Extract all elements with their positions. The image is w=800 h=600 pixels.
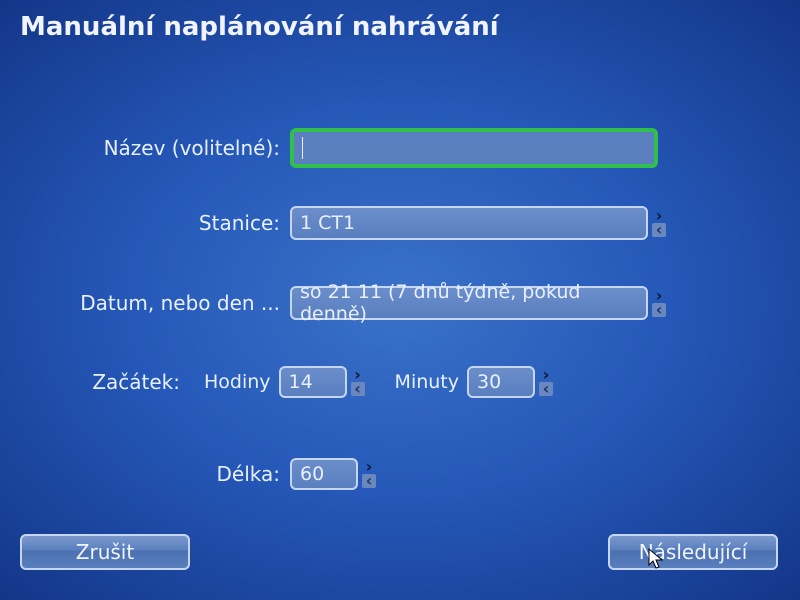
hours-down-button[interactable]: ‹ (351, 382, 365, 396)
hours-label: Hodiny (204, 371, 271, 393)
length-label: Délka: (0, 462, 290, 486)
minutes-label: Minuty (395, 371, 459, 393)
channel-label: Stanice: (0, 211, 290, 235)
date-down-button[interactable]: ‹ (652, 303, 666, 317)
minutes-down-button[interactable]: ‹ (539, 382, 553, 396)
length-input[interactable]: 60 (290, 458, 358, 490)
name-label: Název (volitelné): (0, 136, 290, 160)
minutes-input[interactable]: 30 (467, 366, 535, 398)
start-label: Začátek: (0, 370, 190, 394)
text-caret (302, 137, 303, 159)
length-down-button[interactable]: ‹ (362, 474, 376, 488)
page-title: Manuální naplánování nahrávání (20, 12, 499, 42)
date-label: Datum, nebo den ... (0, 291, 290, 315)
channel-select[interactable]: 1 CT1 (290, 206, 648, 240)
hours-input[interactable]: 14 (279, 366, 347, 398)
next-button[interactable]: Následující (608, 534, 778, 570)
name-input[interactable] (290, 128, 658, 168)
channel-down-button[interactable]: ‹ (652, 223, 666, 237)
date-select[interactable]: so 21 11 (7 dnů týdně, pokud denně) (290, 286, 648, 320)
cancel-button[interactable]: Zrušit (20, 534, 190, 570)
